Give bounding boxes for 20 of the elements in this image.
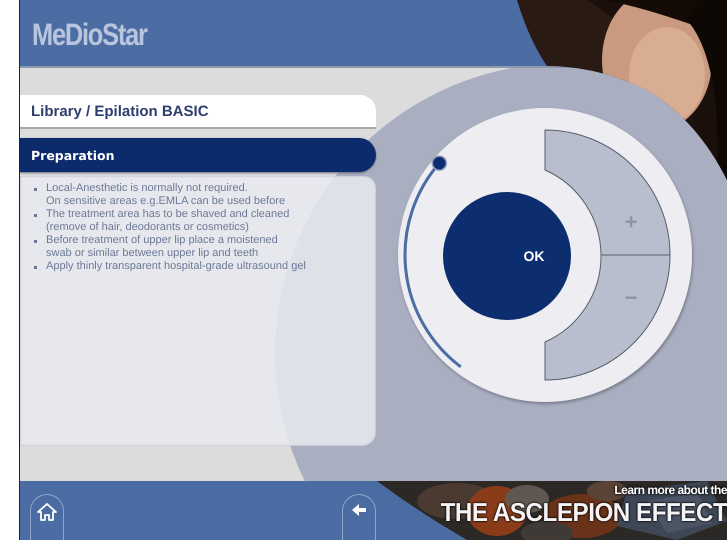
app-logo: MeDioStar [32,17,147,53]
banner-tagline: Learn more about the [614,483,727,497]
back-button[interactable] [342,494,376,540]
breadcrumb-title: Library / Epilation BASIC [20,95,376,129]
section-header: Preparation [20,138,376,172]
bullet-icon [34,188,37,191]
bullet-icon [34,266,37,269]
bullet-icon [34,214,37,217]
instruction-text: Before treatment of upper lip place a moistened swab or similar between upper lip and teeth [46,234,278,260]
instruction-text: Local-Anesthetic is normally not required. On sensitive areas e.g.EMLA can be used before [46,182,286,208]
back-arrow-icon [351,503,367,517]
instruction-text: The treatment area has to be shaved and cleaned (remove of hair, deodorants or cosmetics) [46,208,290,234]
plus-button[interactable]: + [544,130,670,256]
bullet-icon [34,240,37,243]
minus-button[interactable]: − [544,254,670,380]
banner-headline: THE ASCLEPION EFFECT [440,497,727,528]
instruction-text: Apply thinly transparent hospital-grade ultrasound gel [46,260,306,273]
home-button[interactable] [30,494,64,540]
home-icon [37,503,57,521]
slider-thumb[interactable] [432,155,448,171]
